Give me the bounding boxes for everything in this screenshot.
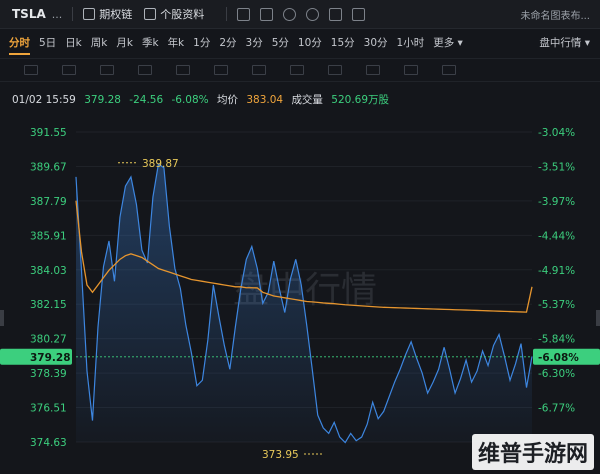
trendline-tool-icon[interactable] [24,65,38,75]
left-axis-tick: 374.63 [30,437,67,449]
right-axis-tick: -3.97% [538,196,575,208]
tab-month-k[interactable]: 月k [116,35,133,50]
tab-1min[interactable]: 1分 [193,35,210,50]
left-axis-tick: 376.51 [30,403,67,415]
left-collapse-handle[interactable] [0,310,4,326]
quote-change-pct: -6.08% [171,94,209,106]
ticker-symbol[interactable]: TSLA [12,7,46,21]
options-chain-button[interactable]: 期权链 [83,6,132,22]
tab-10min[interactable]: 10分 [298,35,322,50]
top-toolbar: TSLA ... 期权链 个股资料 未命名图表布... [0,0,600,29]
quote-datetime: 01/02 15:59 [12,94,76,106]
text-tool-icon[interactable] [214,65,228,75]
volume-label: 成交量 [291,94,323,106]
avg-value: 383.04 [246,94,284,106]
left-axis-tick: 391.55 [30,127,67,139]
left-axis-tick: 384.03 [30,265,67,277]
chart-icon[interactable] [237,7,251,21]
tab-more[interactable]: 更多 ▾ [433,35,463,50]
gear-icon[interactable] [306,7,320,21]
tab-5d[interactable]: 5日 [39,35,56,50]
rect-tool-icon[interactable] [176,65,190,75]
drawing-toolbar [0,58,600,82]
refresh-icon[interactable] [283,7,297,21]
divider [226,7,228,21]
quote-change: -24.56 [129,94,164,106]
tab-year-k[interactable]: 年k [168,35,185,50]
current-pct-label: -6.08% [538,352,579,364]
tab-quarter-k[interactable]: 季k [142,35,159,50]
ray-tool-icon[interactable] [62,65,76,75]
volume-value: 520.69万股 [331,94,390,106]
delete-tool-icon[interactable] [442,65,456,75]
tab-30min[interactable]: 30分 [364,35,388,50]
divider [72,7,74,21]
left-axis-tick: 382.15 [30,299,67,311]
quote-info-bar: 01/02 15:59 379.28 -24.56 -6.08% 均价 383.… [12,92,394,107]
right-collapse-handle[interactable] [596,310,600,326]
intraday-chart[interactable]: 391.55 389.67 387.79 385.91 384.03 382.15 380.… [0,112,600,474]
tab-2min[interactable]: 2分 [219,35,236,50]
ticker-more-icon[interactable]: ... [52,8,63,21]
tab-15min[interactable]: 15分 [331,35,355,50]
edit-icon[interactable] [260,7,274,21]
document-icon [144,8,157,20]
left-axis-tick: 380.27 [30,334,67,346]
period-tabs: 分时 5日 日k 周k 月k 季k 年k 1分 2分 3分 5分 10分 15分… [0,29,600,55]
tab-1hour[interactable]: 1小时 [397,35,425,50]
left-axis-tick: 378.39 [30,368,67,380]
measure-tool-icon[interactable] [252,65,266,75]
avg-label: 均价 [217,94,238,106]
tab-day-k[interactable]: 日k [65,35,82,50]
tab-3min[interactable]: 3分 [246,35,263,50]
eraser-tool-icon[interactable] [366,65,380,75]
right-axis-tick: -6.30% [538,368,575,380]
arrow-tool-icon[interactable] [290,65,304,75]
high-marker-label: 389.87 [142,158,179,170]
right-axis-tick: -3.04% [538,127,575,139]
stock-profile-button[interactable]: 个股资料 [144,6,204,22]
right-axis-tick: -5.37% [538,299,575,311]
channel-tool-icon[interactable] [100,65,114,75]
options-chain-label: 期权链 [99,8,133,21]
quote-price: 379.28 [84,94,121,106]
stock-profile-label: 个股资料 [160,8,205,21]
right-axis-tick: -5.84% [538,334,575,346]
right-axis-tick: -4.44% [538,230,575,242]
low-marker-label: 373.95 [262,449,299,461]
lock-tool-icon[interactable] [404,65,418,75]
tab-5min[interactable]: 5分 [272,35,289,50]
left-axis-tick: 387.79 [30,196,67,208]
right-axis-tick: -3.51% [538,161,575,173]
left-axis-tick: 385.91 [30,230,67,242]
session-select[interactable]: 盘中行情 ▾ [539,35,590,50]
right-axis-tick: -6.77% [538,403,575,415]
tab-intraday[interactable]: 分时 [9,35,30,55]
fib-tool-icon[interactable] [138,65,152,75]
left-axis-tick: 389.67 [30,161,67,173]
tab-week-k[interactable]: 周k [91,35,108,50]
corner-watermark: 维普手游网 [471,434,594,470]
current-price-label: 379.28 [30,352,71,364]
layout-grid-icon[interactable] [352,7,366,21]
brush-tool-icon[interactable] [328,65,342,75]
layout-name[interactable]: 未命名图表布... [520,7,590,22]
right-axis-tick: -4.91% [538,265,575,277]
calendar-icon [83,8,96,20]
camera-icon[interactable] [329,7,343,21]
